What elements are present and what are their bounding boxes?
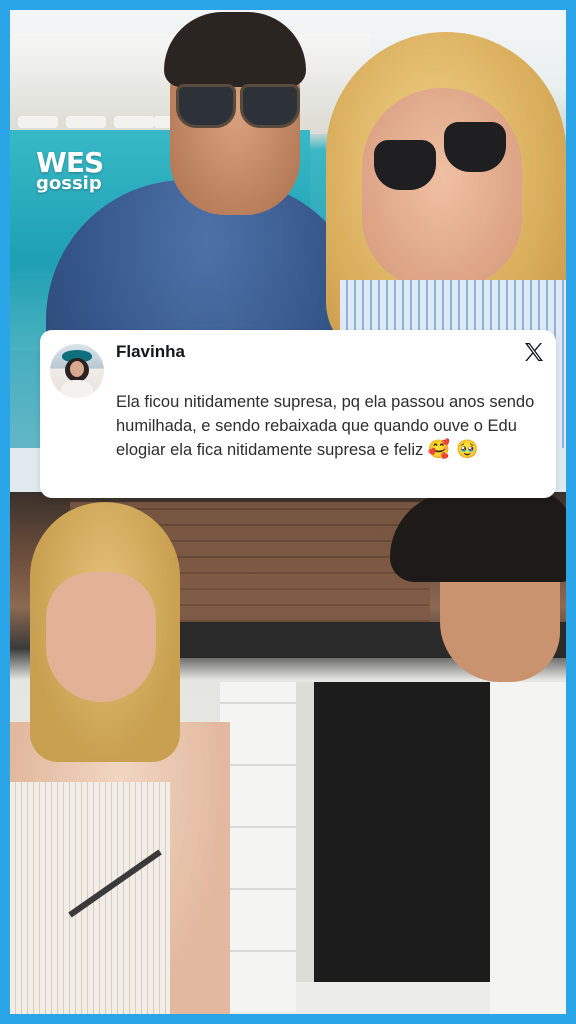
- man-hair: [164, 12, 306, 87]
- logo-line2: gossip: [36, 173, 102, 194]
- avatar[interactable]: [50, 344, 104, 398]
- woman-face: [46, 572, 156, 702]
- man-shirt: [490, 682, 566, 1014]
- woman-face: [362, 88, 522, 288]
- bottom-photo: [10, 492, 566, 1014]
- tweet-emojis: 🥰 🥹: [427, 439, 479, 460]
- post-frame: WES gossip Flavinha Ela ficou nitidament…: [10, 10, 566, 1014]
- lounger: [114, 116, 154, 128]
- man-hair: [390, 492, 566, 582]
- tweet-author[interactable]: Flavinha: [116, 342, 185, 362]
- x-logo-icon[interactable]: [522, 340, 546, 364]
- wes-gossip-logo: WES gossip: [36, 149, 116, 194]
- woman-sunglasses: [362, 120, 512, 190]
- tweet-text: Ela ficou nitidamente supresa, pq ela pa…: [116, 390, 546, 462]
- lounger: [18, 116, 58, 128]
- man-sunglasses: [172, 84, 300, 128]
- tile-wall: [220, 682, 296, 1012]
- tweet-card[interactable]: Flavinha Ela ficou nitidamente supresa, …: [40, 330, 556, 498]
- lounger: [66, 116, 106, 128]
